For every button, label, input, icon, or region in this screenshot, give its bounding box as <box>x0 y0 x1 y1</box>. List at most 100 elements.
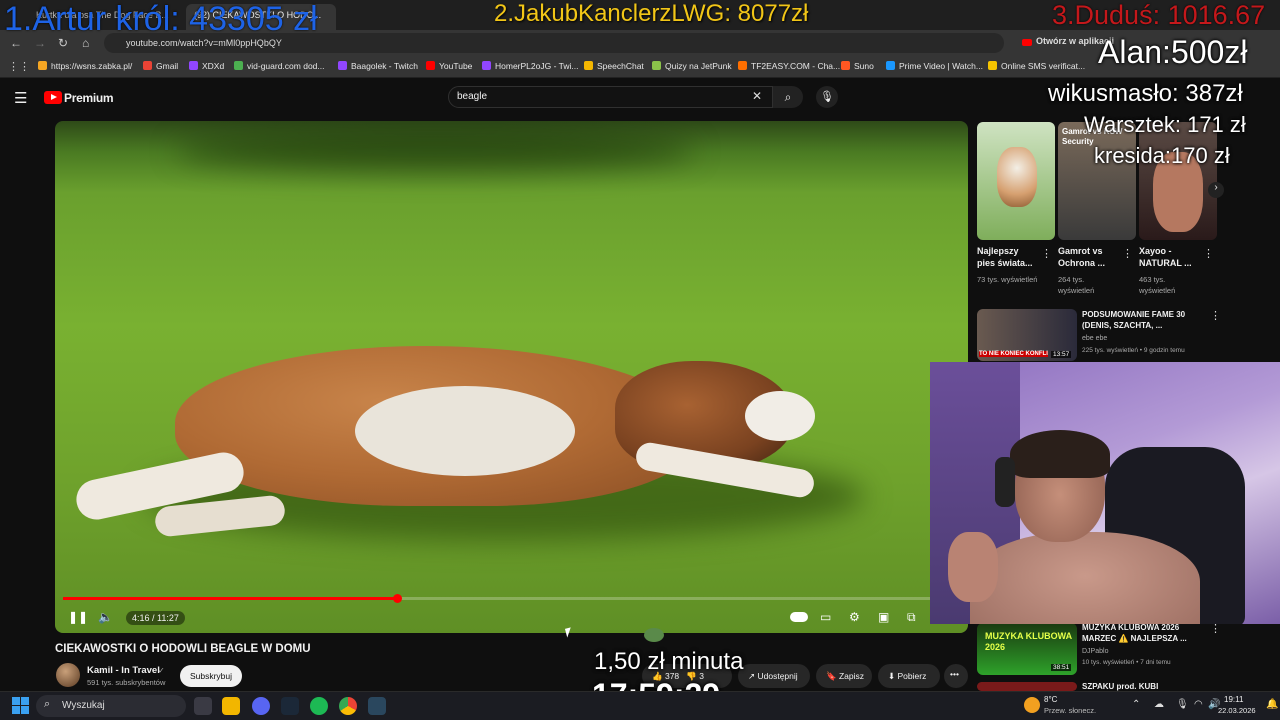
file-explorer-icon[interactable] <box>222 697 240 715</box>
short-thumbnail[interactable] <box>1139 122 1217 240</box>
volume-icon[interactable]: 🔈 <box>98 610 113 624</box>
bookmark-item[interactable]: Baagolek - Twitch <box>338 61 418 71</box>
subscribe-button[interactable]: Subskrybuj <box>180 665 242 687</box>
pause-icon[interactable]: ❚❚ <box>68 610 88 624</box>
weather-icon[interactable] <box>1024 697 1040 713</box>
short-thumbnail[interactable]: Gamrot vs KSW Security <box>1058 122 1136 240</box>
bookmark-favicon-icon <box>738 61 747 70</box>
weather-temperature[interactable]: 8°C <box>1044 695 1057 704</box>
subathon-rate: 1,50 zł minuta <box>594 648 744 675</box>
video-duration: 38:51 <box>1051 664 1072 671</box>
bookmark-item[interactable]: Online SMS verificat... <box>988 61 1085 71</box>
bookmark-favicon-icon <box>886 61 895 70</box>
bookmark-item[interactable]: Quizy na JetPunk <box>652 61 732 71</box>
bookmark-item[interactable]: YouTube <box>426 61 472 71</box>
short-thumbnail[interactable] <box>977 122 1055 240</box>
channel-avatar[interactable] <box>56 663 80 687</box>
short-title[interactable]: Xayoo - NATURAL ... <box>1139 245 1201 269</box>
sidebar-video-meta: 10 tys. wyświetleń • 7 dni temu <box>1082 659 1171 666</box>
chevron-up-icon[interactable]: ⌃ <box>1132 699 1140 710</box>
dog-muzzle <box>745 391 815 441</box>
streamer-hair <box>1010 430 1110 478</box>
progress-scrubber-handle[interactable] <box>393 594 403 603</box>
microphone-icon[interactable]: 🎙 <box>1176 699 1189 710</box>
download-icon: ⬇ <box>888 671 896 681</box>
steam-icon[interactable] <box>368 697 386 715</box>
search-icon: ⌕ <box>44 698 51 710</box>
video-thumbnail[interactable]: MUZYKA KLUBOWA 2026 38:51 <box>977 623 1077 675</box>
bookmark-item[interactable]: XDXd <box>189 61 224 71</box>
short-title[interactable]: Najlepszy pies świata... <box>977 245 1039 269</box>
chevron-right-icon[interactable]: › <box>1208 182 1224 198</box>
video-thumbnail[interactable]: TO NIE KONIEC KONFLI 13:57 <box>977 309 1077 361</box>
more-options-icon[interactable]: ⋮ <box>1203 247 1214 260</box>
bookmark-item[interactable]: HomerPL2oJG - Twi... <box>482 61 578 71</box>
sidebar-video-title[interactable]: MUZYKA KLUBOWA 2026 MARZEC ⚠️ NAJLEPSZA … <box>1082 622 1207 644</box>
channel-name[interactable]: Kamil - In Travel <box>87 665 160 676</box>
discord-icon[interactable] <box>252 697 270 715</box>
recent-donor: wikusmasło: 387zł <box>1048 80 1243 107</box>
sidebar-video-channel[interactable]: DJPablo <box>1082 646 1108 657</box>
bookmark-item[interactable]: vid-guard.com dod... <box>234 61 324 71</box>
autoplay-toggle[interactable] <box>790 612 808 622</box>
more-actions-icon[interactable]: ••• <box>944 664 968 688</box>
share-label: Udostępnij <box>757 671 798 681</box>
taskbar-search-input[interactable]: Wyszukaj <box>36 695 186 717</box>
steam-icon[interactable] <box>281 697 299 715</box>
miniplayer-icon[interactable]: ▣ <box>878 610 889 624</box>
video-player[interactable] <box>55 121 968 633</box>
short-title[interactable]: Gamrot vs Ochrona ... <box>1058 245 1120 269</box>
download-label: Pobierz <box>897 671 927 681</box>
bookmark-favicon-icon <box>584 61 593 70</box>
short-views: 463 tys. wyświetleń <box>1139 275 1176 295</box>
sidebar-video-channel[interactable]: ebe ebe <box>1082 333 1107 344</box>
search-icon[interactable]: ⌕ <box>773 86 803 108</box>
share-button[interactable]: ↗ Udostępnij <box>738 664 810 688</box>
weather-description[interactable]: Przew. słonecz. <box>1044 706 1096 715</box>
twitch-icon <box>482 61 491 70</box>
microphone-icon[interactable]: 🎙 <box>816 86 838 108</box>
more-options-icon[interactable]: ⋮ <box>1210 309 1221 322</box>
sidebar-video-title[interactable]: SZPAKU prod. KUBI <box>1082 682 1207 691</box>
more-options-icon[interactable]: ⋮ <box>1122 247 1133 260</box>
bookmark-item[interactable]: https://wsns.zabka.pl/ <box>38 61 132 71</box>
apps-grid-icon[interactable]: ⋮⋮ <box>8 60 30 73</box>
bookmark-item[interactable]: SpeechChat <box>584 61 644 71</box>
save-button[interactable]: 🔖 Zapisz <box>816 664 872 688</box>
cast-icon[interactable]: ⧉ <box>907 610 916 625</box>
video-thumbnail[interactable] <box>977 682 1077 691</box>
download-button[interactable]: ⬇ Pobierz <box>878 664 940 688</box>
task-view-icon[interactable] <box>194 697 212 715</box>
search-input[interactable]: beagle <box>448 86 773 108</box>
more-options-icon[interactable]: ⋮ <box>1041 247 1052 260</box>
twitch-icon <box>189 61 198 70</box>
youtube-logo-icon[interactable] <box>44 91 62 104</box>
bookmark-item[interactable]: Prime Video | Watch... <box>886 61 983 71</box>
recent-donor: Warsztek: 171 zł <box>1084 112 1246 137</box>
bookmark-item[interactable]: TF2EASY.COM - Cha... <box>738 61 840 71</box>
notifications-icon[interactable]: 🔔 <box>1266 699 1278 710</box>
bookmark-icon: 🔖 <box>826 671 837 681</box>
settings-gear-icon[interactable]: ⚙ <box>849 610 860 624</box>
video-duration: 13:57 <box>1051 351 1072 358</box>
clear-search-icon[interactable]: ✕ <box>752 89 762 103</box>
streamer-body <box>970 532 1200 624</box>
bookmark-favicon-icon <box>38 61 47 70</box>
taskbar-clock-date[interactable]: 22.03.2026 <box>1218 706 1256 715</box>
thumbnail-text: TO NIE KONIEC KONFLI <box>979 351 1048 357</box>
tray-icon[interactable]: ☁ <box>1154 699 1164 710</box>
bookmark-item[interactable]: Suno <box>841 61 874 71</box>
chrome-icon[interactable] <box>339 697 357 715</box>
beagle-puppy <box>997 147 1037 207</box>
hamburger-menu-icon[interactable]: ☰ <box>14 89 27 107</box>
wifi-icon[interactable]: ◠ <box>1194 699 1203 710</box>
bookmark-item[interactable]: Gmail <box>143 61 178 71</box>
sidebar-video-title[interactable]: PODSUMOWANIE FAME 30 (DENIS, SZACHTA, ..… <box>1082 309 1204 331</box>
taskbar-clock-time[interactable]: 19:11 <box>1224 695 1243 704</box>
spotify-icon[interactable] <box>310 697 328 715</box>
youtube-logo-text[interactable]: Premium <box>64 91 114 105</box>
recent-donor: kresida:170 zł <box>1094 143 1230 168</box>
windows-start-icon[interactable] <box>12 697 29 714</box>
subscriber-count: 591 tys. subskrybentów <box>87 678 166 687</box>
subtitles-icon[interactable]: ▭ <box>820 610 831 624</box>
